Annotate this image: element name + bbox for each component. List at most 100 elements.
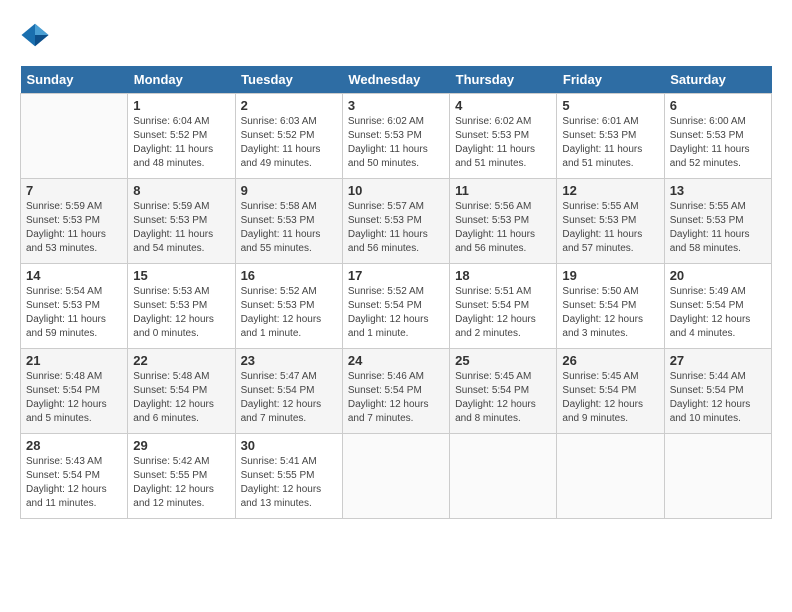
calendar-cell: 6 Sunrise: 6:00 AMSunset: 5:53 PMDaylight…	[664, 94, 771, 179]
calendar-cell	[557, 434, 664, 519]
calendar-cell: 14Sunrise: 5:54 AMSunset: 5:53 PMDayligh…	[21, 264, 128, 349]
weekday-header-tuesday: Tuesday	[235, 66, 342, 94]
calendar-cell: 26 Sunrise: 5:45 AMSunset: 5:54 PMDayligh…	[557, 349, 664, 434]
calendar-week-3: 14Sunrise: 5:54 AMSunset: 5:53 PMDayligh…	[21, 264, 772, 349]
day-info: Sunrise: 6:00 AMSunset: 5:53 PMDaylight:…	[670, 115, 766, 171]
day-number: 17	[348, 268, 444, 283]
day-number: 12	[562, 183, 658, 198]
day-number: 13	[670, 183, 766, 198]
calendar-cell: 3 Sunrise: 6:02 AMSunset: 5:53 PMDaylight…	[342, 94, 449, 179]
day-number: 26	[562, 353, 658, 368]
day-info: Sunrise: 5:59 AMSunset: 5:53 PMDaylight:…	[133, 200, 229, 256]
day-number: 1	[133, 98, 229, 113]
day-number: 11	[455, 183, 551, 198]
calendar-cell	[21, 94, 128, 179]
day-info: Sunrise: 5:46 AMSunset: 5:54 PMDaylight:…	[348, 370, 444, 426]
day-info: Sunrise: 6:02 AMSunset: 5:53 PMDaylight:…	[348, 115, 444, 171]
day-info: Sunrise: 5:48 AMSunset: 5:54 PMDaylight:…	[133, 370, 229, 426]
calendar-cell: 13 Sunrise: 5:55 AMSunset: 5:53 PMDayligh…	[664, 179, 771, 264]
day-info: Sunrise: 5:44 AMSunset: 5:54 PMDaylight:…	[670, 370, 766, 426]
day-info: Sunrise: 5:55 AMSunset: 5:53 PMDaylight:…	[670, 200, 766, 256]
day-number: 27	[670, 353, 766, 368]
calendar-cell	[664, 434, 771, 519]
calendar-cell: 24 Sunrise: 5:46 AMSunset: 5:54 PMDayligh…	[342, 349, 449, 434]
calendar-cell	[450, 434, 557, 519]
day-info: Sunrise: 5:52 AMSunset: 5:54 PMDaylight:…	[348, 285, 444, 341]
page-header	[20, 20, 772, 50]
day-number: 3	[348, 98, 444, 113]
calendar-week-2: 7 Sunrise: 5:59 AMSunset: 5:53 PMDaylight…	[21, 179, 772, 264]
calendar-cell: 7 Sunrise: 5:59 AMSunset: 5:53 PMDaylight…	[21, 179, 128, 264]
calendar-cell: 4 Sunrise: 6:02 AMSunset: 5:53 PMDaylight…	[450, 94, 557, 179]
day-number: 23	[241, 353, 337, 368]
calendar-cell: 5Sunrise: 6:01 AMSunset: 5:53 PMDaylight…	[557, 94, 664, 179]
weekday-header-friday: Friday	[557, 66, 664, 94]
logo-icon	[20, 20, 50, 50]
weekday-header-wednesday: Wednesday	[342, 66, 449, 94]
calendar-cell: 27 Sunrise: 5:44 AMSunset: 5:54 PMDayligh…	[664, 349, 771, 434]
weekday-header-sunday: Sunday	[21, 66, 128, 94]
day-number: 7	[26, 183, 122, 198]
day-info: Sunrise: 5:51 AMSunset: 5:54 PMDaylight:…	[455, 285, 551, 341]
day-info: Sunrise: 5:43 AMSunset: 5:54 PMDaylight:…	[26, 455, 122, 511]
calendar-cell: 9 Sunrise: 5:58 AMSunset: 5:53 PMDaylight…	[235, 179, 342, 264]
day-number: 8	[133, 183, 229, 198]
calendar-cell: 16 Sunrise: 5:52 AMSunset: 5:53 PMDayligh…	[235, 264, 342, 349]
day-info: Sunrise: 5:49 AMSunset: 5:54 PMDaylight:…	[670, 285, 766, 341]
calendar-cell: 15 Sunrise: 5:53 AMSunset: 5:53 PMDayligh…	[128, 264, 235, 349]
day-number: 30	[241, 438, 337, 453]
weekday-header-thursday: Thursday	[450, 66, 557, 94]
weekday-header-monday: Monday	[128, 66, 235, 94]
calendar-week-4: 21 Sunrise: 5:48 AMSunset: 5:54 PMDayligh…	[21, 349, 772, 434]
day-number: 24	[348, 353, 444, 368]
day-number: 22	[133, 353, 229, 368]
calendar-cell: 19 Sunrise: 5:50 AMSunset: 5:54 PMDayligh…	[557, 264, 664, 349]
day-number: 28	[26, 438, 122, 453]
day-info: Sunrise: 6:03 AMSunset: 5:52 PMDaylight:…	[241, 115, 337, 171]
day-info: Sunrise: 5:45 AMSunset: 5:54 PMDaylight:…	[455, 370, 551, 426]
day-number: 19	[562, 268, 658, 283]
day-info: Sunrise: 6:04 AMSunset: 5:52 PMDaylight:…	[133, 115, 229, 171]
day-number: 21	[26, 353, 122, 368]
day-number: 20	[670, 268, 766, 283]
day-info: Sunrise: 5:50 AMSunset: 5:54 PMDaylight:…	[562, 285, 658, 341]
day-number: 15	[133, 268, 229, 283]
weekday-header-saturday: Saturday	[664, 66, 771, 94]
day-number: 2	[241, 98, 337, 113]
day-number: 25	[455, 353, 551, 368]
calendar-cell	[342, 434, 449, 519]
calendar-cell: 28 Sunrise: 5:43 AMSunset: 5:54 PMDayligh…	[21, 434, 128, 519]
calendar-cell: 25 Sunrise: 5:45 AMSunset: 5:54 PMDayligh…	[450, 349, 557, 434]
day-info: Sunrise: 5:56 AMSunset: 5:53 PMDaylight:…	[455, 200, 551, 256]
day-number: 6	[670, 98, 766, 113]
calendar-cell: 12 Sunrise: 5:55 AMSunset: 5:53 PMDayligh…	[557, 179, 664, 264]
calendar-cell: 29 Sunrise: 5:42 AMSunset: 5:55 PMDayligh…	[128, 434, 235, 519]
day-number: 29	[133, 438, 229, 453]
day-info: Sunrise: 5:42 AMSunset: 5:55 PMDaylight:…	[133, 455, 229, 511]
calendar-week-5: 28 Sunrise: 5:43 AMSunset: 5:54 PMDayligh…	[21, 434, 772, 519]
day-info: Sunrise: 5:47 AMSunset: 5:54 PMDaylight:…	[241, 370, 337, 426]
calendar-cell: 20 Sunrise: 5:49 AMSunset: 5:54 PMDayligh…	[664, 264, 771, 349]
logo	[20, 20, 54, 50]
day-info: Sunrise: 5:53 AMSunset: 5:53 PMDaylight:…	[133, 285, 229, 341]
calendar-cell: 21Sunrise: 5:48 AMSunset: 5:54 PMDayligh…	[21, 349, 128, 434]
calendar-cell: 30 Sunrise: 5:41 AMSunset: 5:55 PMDayligh…	[235, 434, 342, 519]
day-number: 4	[455, 98, 551, 113]
day-number: 10	[348, 183, 444, 198]
day-info: Sunrise: 5:59 AMSunset: 5:53 PMDaylight:…	[26, 200, 122, 256]
day-info: Sunrise: 5:58 AMSunset: 5:53 PMDaylight:…	[241, 200, 337, 256]
day-info: Sunrise: 6:02 AMSunset: 5:53 PMDaylight:…	[455, 115, 551, 171]
day-info: Sunrise: 5:52 AMSunset: 5:53 PMDaylight:…	[241, 285, 337, 341]
day-info: Sunrise: 5:41 AMSunset: 5:55 PMDaylight:…	[241, 455, 337, 511]
calendar-cell: 8 Sunrise: 5:59 AMSunset: 5:53 PMDaylight…	[128, 179, 235, 264]
day-number: 9	[241, 183, 337, 198]
calendar-cell: 17 Sunrise: 5:52 AMSunset: 5:54 PMDayligh…	[342, 264, 449, 349]
day-info: Sunrise: 5:55 AMSunset: 5:53 PMDaylight:…	[562, 200, 658, 256]
day-number: 16	[241, 268, 337, 283]
day-info: Sunrise: 5:45 AMSunset: 5:54 PMDaylight:…	[562, 370, 658, 426]
day-number: 14	[26, 268, 122, 283]
weekday-header-row: SundayMondayTuesdayWednesdayThursdayFrid…	[21, 66, 772, 94]
day-number: 5	[562, 98, 658, 113]
calendar-cell: 23 Sunrise: 5:47 AMSunset: 5:54 PMDayligh…	[235, 349, 342, 434]
calendar-cell: 18Sunrise: 5:51 AMSunset: 5:54 PMDayligh…	[450, 264, 557, 349]
